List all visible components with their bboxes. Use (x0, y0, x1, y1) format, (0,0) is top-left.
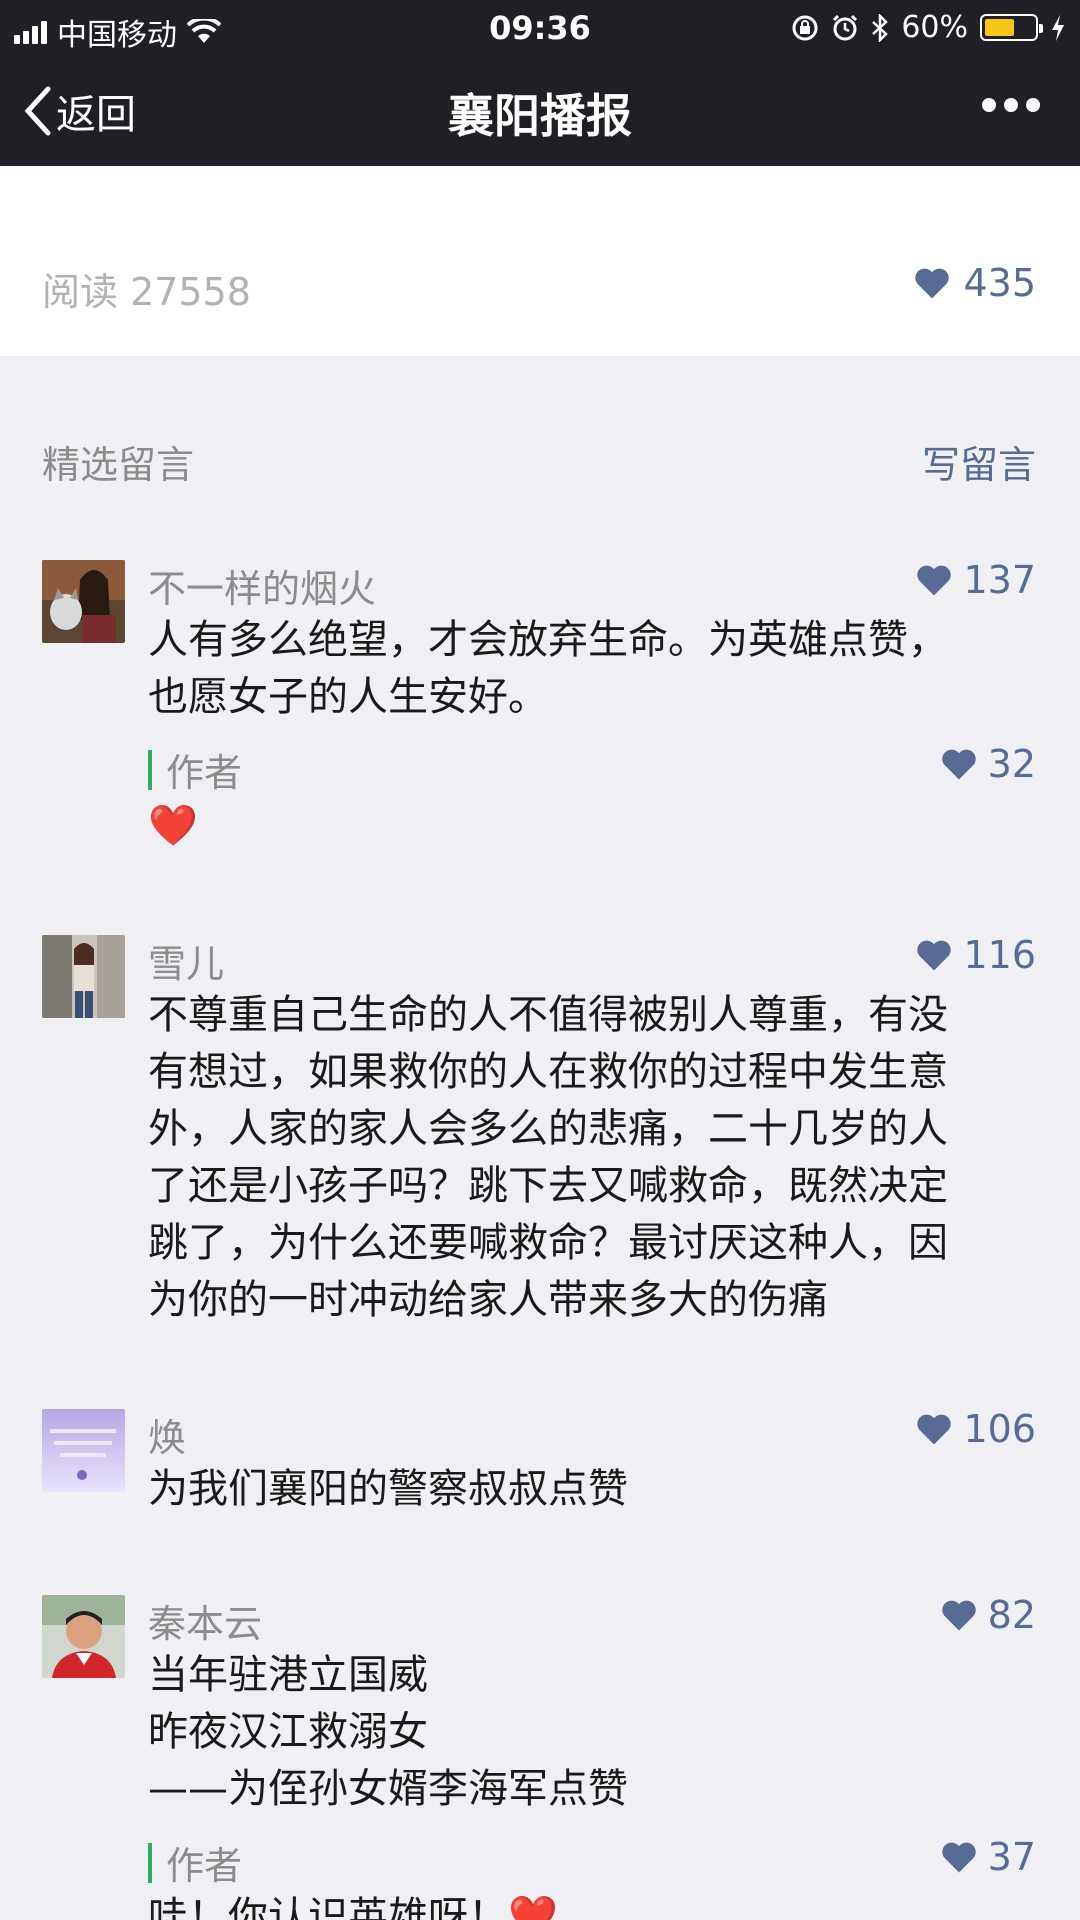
author-reply-text: ❤️ (148, 803, 198, 849)
heart-icon (941, 749, 976, 780)
commenter-name: 不一样的烟火 (148, 567, 377, 611)
avatar[interactable] (42, 1409, 125, 1492)
reply-like-button[interactable]: 37 (940, 1835, 1036, 1879)
lock-rotation-icon (792, 15, 818, 40)
comment-text: 为我们襄阳的警察叔叔点赞 (148, 1466, 628, 1512)
battery-icon (980, 14, 1043, 41)
like-count: 435 (963, 261, 1036, 305)
alarm-icon (833, 14, 858, 40)
read-count: 阅读 27558 (42, 270, 251, 314)
like-button[interactable]: 435 (913, 261, 1036, 305)
author-bar (148, 1842, 152, 1883)
write-comment-button[interactable]: 写留言 (922, 434, 1036, 489)
commenter-name: 雪儿 (148, 942, 225, 986)
comment-like-count: 106 (963, 1407, 1036, 1451)
heart-icon (917, 940, 952, 971)
comment-text: 人有多么绝望，才会放弃生命。为英雄点赞， 也愿女子的人生安好。 (148, 617, 948, 720)
heart-icon (941, 1600, 976, 1631)
featured-comments-title: 精选留言 (42, 443, 195, 487)
avatar[interactable] (42, 560, 125, 643)
top-bar: 中国移动 09:36 60% 返回 襄阳播报 (0, 0, 1080, 166)
avatar[interactable] (42, 935, 125, 1018)
comment-like-button[interactable]: 82 (940, 1593, 1036, 1637)
commenter-name: 秦本云 (148, 1602, 263, 1646)
author-reply-header: 作者 (148, 1835, 242, 1890)
heart-icon (915, 268, 950, 299)
comment-text: 当年驻港立国威 昨夜汉江救溺女 ——为侄孙女婿李海军点赞 (148, 1652, 628, 1812)
heart-icon (917, 1414, 952, 1445)
charging-icon (1052, 14, 1064, 41)
comment-like-button[interactable]: 106 (915, 1407, 1036, 1451)
comment-text: 不尊重自己生命的人不值得被别人尊重，有没 有想过，如果救你的人在救你的过程中发生… (148, 992, 948, 1323)
reply-like-count: 32 (987, 742, 1036, 786)
reply-like-count: 37 (987, 1835, 1036, 1879)
bluetooth-icon (872, 13, 889, 42)
comment-like-button[interactable]: 116 (915, 933, 1036, 977)
heart-icon (941, 1842, 976, 1873)
battery-percent: 60% (901, 10, 968, 45)
comment-like-button[interactable]: 137 (915, 558, 1036, 602)
author-reply-text: 哇！你认识英雄呀！❤️ (148, 1894, 558, 1920)
status-bar: 中国移动 09:36 60% (0, 0, 1080, 54)
author-bar (148, 749, 152, 790)
heart-icon (917, 565, 952, 596)
avatar[interactable] (42, 1595, 125, 1678)
page-title: 襄阳播报 (448, 89, 632, 143)
more-icon[interactable] (982, 98, 1040, 112)
comment-like-count: 82 (987, 1593, 1036, 1637)
reply-like-button[interactable]: 32 (940, 742, 1036, 786)
commenter-name: 焕 (148, 1416, 187, 1460)
author-reply-header: 作者 (148, 742, 242, 797)
nav-bar: 返回 襄阳播报 (0, 54, 1080, 166)
author-label: 作者 (166, 751, 243, 795)
comment-like-count: 116 (963, 933, 1036, 977)
comment-like-count: 137 (963, 558, 1036, 602)
author-label: 作者 (166, 1844, 243, 1888)
article-stats: 阅读 27558 435 (0, 166, 1080, 356)
